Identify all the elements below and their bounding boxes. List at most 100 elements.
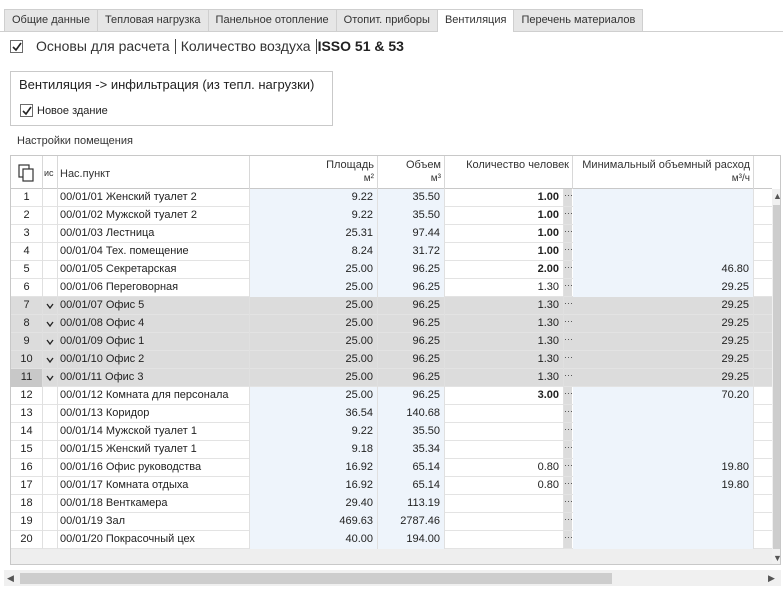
volume-cell[interactable]: 96.25 <box>378 369 445 387</box>
area-cell[interactable]: 40.00 <box>250 531 378 549</box>
volume-cell[interactable]: 35.50 <box>378 423 445 441</box>
table-row[interactable]: 13 00/01/13 Коридор 36.54 140.68 ··· <box>11 405 772 423</box>
table-row[interactable]: 17 00/01/17 Комната отдыха 16.92 65.14 0.80 1… <box>11 477 772 495</box>
table-row[interactable]: 18 00/01/18 Венткамера 29.40 113.19 ··· <box>11 495 772 513</box>
room-name-cell[interactable]: 00/01/01 Женский туалет 2 <box>58 189 250 207</box>
table-row[interactable]: 3 00/01/03 Лестница 25.31 97.44 1.00 ··· <box>11 225 772 243</box>
row-check[interactable] <box>43 387 58 405</box>
basis-checkbox[interactable] <box>10 39 23 53</box>
people-cell[interactable]: 1.30 <box>445 315 564 333</box>
volume-cell[interactable]: 2787.46 <box>378 513 445 531</box>
room-name-cell[interactable]: 00/01/09 Офис 1 <box>58 333 250 351</box>
people-cell[interactable]: 3.00 <box>445 387 564 405</box>
area-cell[interactable]: 9.22 <box>250 423 378 441</box>
volume-cell[interactable]: 96.25 <box>378 333 445 351</box>
area-cell[interactable]: 25.00 <box>250 315 378 333</box>
area-cell[interactable]: 469.63 <box>250 513 378 531</box>
row-check[interactable] <box>43 531 58 549</box>
room-name-cell[interactable]: 00/01/16 Офис руководства <box>58 459 250 477</box>
people-ellipsis-button[interactable]: ··· <box>564 351 573 368</box>
row-check[interactable] <box>43 279 58 297</box>
people-ellipsis-button[interactable]: ··· <box>564 243 573 260</box>
volume-cell[interactable]: 97.44 <box>378 225 445 243</box>
row-check[interactable] <box>43 261 58 279</box>
new-building-option[interactable]: Новое здание <box>20 104 108 117</box>
room-name-cell[interactable]: 00/01/05 Секретарская <box>58 261 250 279</box>
area-cell[interactable]: 25.00 <box>250 261 378 279</box>
room-name-cell[interactable]: 00/01/13 Коридор <box>58 405 250 423</box>
volume-cell[interactable]: 113.19 <box>378 495 445 513</box>
people-ellipsis-button[interactable]: ··· <box>564 513 573 530</box>
people-cell[interactable] <box>445 405 564 423</box>
room-name-cell[interactable]: 00/01/14 Мужской туалет 1 <box>58 423 250 441</box>
scroll-up-icon[interactable]: ▲ <box>773 191 780 201</box>
min-flow-cell[interactable] <box>573 513 754 531</box>
area-cell[interactable]: 9.22 <box>250 207 378 225</box>
scroll-left-icon[interactable]: ◀ <box>7 573 14 583</box>
area-cell[interactable]: 25.00 <box>250 297 378 315</box>
room-name-cell[interactable]: 00/01/10 Офис 2 <box>58 351 250 369</box>
room-name-cell[interactable]: 00/01/07 Офис 5 <box>58 297 250 315</box>
tab-5[interactable]: Перечень материалов <box>513 9 644 31</box>
copy-column-header[interactable] <box>11 156 43 189</box>
volume-cell[interactable]: 65.14 <box>378 459 445 477</box>
min-flow-column-header[interactable]: Минимальный объемный расход м³/ч <box>573 156 754 189</box>
volume-cell[interactable]: 194.00 <box>378 531 445 549</box>
vertical-scrollbar[interactable]: ▲ ▼ <box>772 189 780 564</box>
volume-cell[interactable]: 140.68 <box>378 405 445 423</box>
volume-cell[interactable]: 35.50 <box>378 207 445 225</box>
rooms-grid[interactable]: ис Нас.пункт Площадь м² Объем м³ Количес… <box>10 155 781 565</box>
people-cell[interactable]: 1.30 <box>445 297 564 315</box>
table-row[interactable]: 7 00/01/07 Офис 5 25.00 96.25 1.30 29.25 ··· <box>11 297 772 315</box>
table-row[interactable]: 12 00/01/12 Комната для персонала 25.00 96.… <box>11 387 772 405</box>
people-ellipsis-button[interactable]: ··· <box>564 315 573 332</box>
min-flow-cell[interactable] <box>573 207 754 225</box>
row-check[interactable] <box>43 441 58 459</box>
horizontal-scrollbar[interactable]: ◀ ▶ <box>4 570 781 586</box>
table-row[interactable]: 5 00/01/05 Секретарская 25.00 96.25 2.00 46.8… <box>11 261 772 279</box>
table-row[interactable]: 2 00/01/02 Мужской туалет 2 9.22 35.50 1.00 ·… <box>11 207 772 225</box>
area-cell[interactable]: 25.31 <box>250 225 378 243</box>
table-row[interactable]: 14 00/01/14 Мужской туалет 1 9.22 35.50 ··· <box>11 423 772 441</box>
min-flow-cell[interactable] <box>573 405 754 423</box>
table-row[interactable]: 4 00/01/04 Тех. помещение 8.24 31.72 1.00 ··· <box>11 243 772 261</box>
table-row[interactable]: 20 00/01/20 Покрасочный цех 40.00 194.00 ··· <box>11 531 772 549</box>
basis-label[interactable]: Основы для расчета <box>36 38 170 54</box>
people-ellipsis-button[interactable]: ··· <box>564 441 573 458</box>
table-row[interactable]: 8 00/01/08 Офис 4 25.00 96.25 1.30 29.25 ··· <box>11 315 772 333</box>
people-column-header[interactable]: Количество человек <box>445 156 573 189</box>
people-ellipsis-button[interactable]: ··· <box>564 477 573 494</box>
people-cell[interactable] <box>445 513 564 531</box>
people-cell[interactable]: 2.00 <box>445 261 564 279</box>
area-cell[interactable]: 16.92 <box>250 477 378 495</box>
row-check[interactable] <box>43 189 58 207</box>
people-ellipsis-button[interactable]: ··· <box>564 495 573 512</box>
area-cell[interactable]: 25.00 <box>250 369 378 387</box>
min-flow-cell[interactable]: 19.80 <box>573 459 754 477</box>
min-flow-cell[interactable]: 29.25 <box>573 351 754 369</box>
room-name-cell[interactable]: 00/01/04 Тех. помещение <box>58 243 250 261</box>
min-flow-cell[interactable]: 29.25 <box>573 333 754 351</box>
area-cell[interactable]: 16.92 <box>250 459 378 477</box>
row-check[interactable] <box>43 459 58 477</box>
table-row[interactable]: 16 00/01/16 Офис руководства 16.92 65.14 0.8… <box>11 459 772 477</box>
vertical-scroll-thumb[interactable] <box>773 205 780 549</box>
people-ellipsis-button[interactable]: ··· <box>564 531 573 548</box>
area-cell[interactable]: 8.24 <box>250 243 378 261</box>
min-flow-cell[interactable] <box>573 495 754 513</box>
new-row-placeholder[interactable] <box>11 549 772 564</box>
people-cell[interactable] <box>445 495 564 513</box>
room-name-cell[interactable]: 00/01/19 Зал <box>58 513 250 531</box>
volume-cell[interactable]: 35.50 <box>378 189 445 207</box>
min-flow-cell[interactable] <box>573 531 754 549</box>
row-check[interactable] <box>43 315 58 333</box>
people-cell[interactable]: 1.30 <box>445 333 564 351</box>
people-ellipsis-button[interactable]: ··· <box>564 387 573 404</box>
row-check[interactable] <box>43 369 58 387</box>
min-flow-cell[interactable] <box>573 225 754 243</box>
min-flow-cell[interactable]: 29.25 <box>573 297 754 315</box>
room-name-cell[interactable]: 00/01/12 Комната для персонала <box>58 387 250 405</box>
area-cell[interactable]: 25.00 <box>250 351 378 369</box>
people-ellipsis-button[interactable]: ··· <box>564 261 573 278</box>
room-name-cell[interactable]: 00/01/06 Переговорная <box>58 279 250 297</box>
